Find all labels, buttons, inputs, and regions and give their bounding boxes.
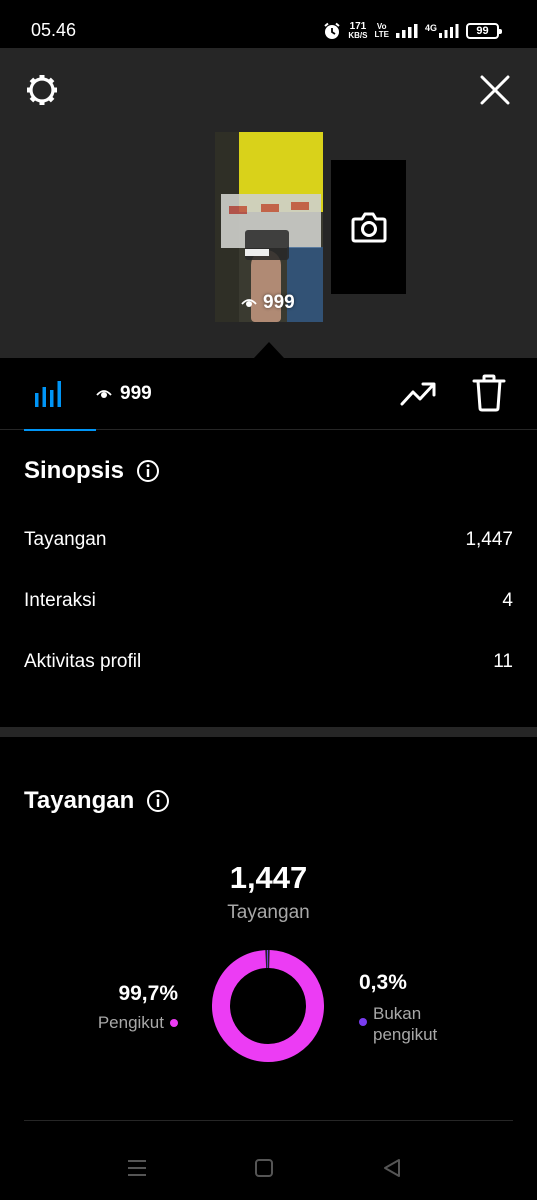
- trending-up-icon[interactable]: [400, 378, 436, 408]
- section-divider: [0, 727, 537, 737]
- overview-row-value: 1,447: [465, 529, 513, 550]
- selected-story-pointer: [254, 342, 284, 358]
- story-thumbnail[interactable]: 999: [215, 132, 323, 322]
- overview-row-value: 4: [502, 590, 513, 611]
- non-followers-legend: Bukan pengikut: [359, 1003, 437, 1045]
- overview-row-value: 11: [493, 651, 513, 672]
- non-followers-dot: [359, 1018, 367, 1026]
- non-followers-percentage: 0,3%: [359, 971, 407, 994]
- battery-indicator: 99: [466, 23, 502, 39]
- tab-insights[interactable]: [12, 358, 96, 431]
- gear-icon[interactable]: [24, 72, 60, 108]
- followers-legend: Pengikut: [98, 1012, 178, 1033]
- eye-icon: [241, 299, 257, 307]
- home-icon[interactable]: [250, 1154, 278, 1182]
- donut-followers-segment: [212, 950, 324, 1062]
- bottom-separator: [24, 1120, 513, 1121]
- back-icon[interactable]: [378, 1154, 406, 1182]
- active-tab-indicator: [24, 429, 96, 431]
- network-speed-unit: KB/S: [348, 31, 368, 40]
- views-section-title: Tayangan: [24, 787, 170, 815]
- volte-indicator: Vo LTE: [374, 23, 389, 39]
- battery-level: 99: [476, 25, 489, 37]
- overview-row-profile-activity[interactable]: Aktivitas profil 11: [24, 651, 513, 673]
- views-title-text: Tayangan: [24, 787, 135, 814]
- thumbnail-view-count: 999: [241, 292, 295, 314]
- alarm-icon: [324, 22, 340, 39]
- eye-icon: [96, 390, 112, 398]
- add-story-tile[interactable]: [331, 160, 406, 294]
- non-followers-label-line1: Bukan: [373, 1004, 422, 1023]
- insights-tab-bar: 999: [0, 358, 537, 431]
- views-total-label: Tayangan: [227, 902, 310, 923]
- signal-4g: 4G: [425, 24, 459, 38]
- followers-percentage: 99,7%: [118, 982, 178, 1005]
- thumbnail-view-count-text: 999: [263, 292, 295, 313]
- trash-icon[interactable]: [472, 374, 506, 412]
- status-bar: 05.46 171 KB/S Vo LTE 4G 99: [0, 0, 537, 48]
- story-preview-area: 999: [0, 48, 537, 358]
- info-icon[interactable]: [146, 789, 170, 813]
- info-icon[interactable]: [136, 459, 160, 483]
- followers-label: Pengikut: [97, 1013, 164, 1032]
- network-type: 4G: [424, 23, 437, 33]
- views-donut-chart: [212, 950, 324, 1062]
- status-icons: 171 KB/S Vo LTE 4G 99: [323, 19, 502, 43]
- overview-row-label: Aktivitas profil: [24, 651, 142, 672]
- overview-row-label: Tayangan: [24, 529, 107, 550]
- volte-bottom: LTE: [374, 30, 389, 39]
- tab-viewers-count: 999: [120, 383, 152, 404]
- followers-dot: [170, 1018, 178, 1027]
- signal-4g-icon: [439, 24, 459, 38]
- menu-icon[interactable]: [123, 1154, 151, 1182]
- followers-stat: 99,7% Pengikut: [98, 982, 178, 1033]
- overview-section-title: Sinopsis: [24, 457, 160, 485]
- overview-row-interactions[interactable]: Interaksi 4: [24, 590, 513, 612]
- close-icon[interactable]: [479, 74, 511, 106]
- views-total: 1,447: [229, 860, 308, 895]
- network-speed-value: 171: [349, 21, 367, 32]
- non-followers-label: Bukan pengikut: [373, 1003, 437, 1045]
- system-navigation-bar: [0, 1134, 537, 1200]
- overview-title-text: Sinopsis: [24, 457, 125, 484]
- non-followers-stat: 0,3% Bukan pengikut: [359, 971, 437, 1045]
- tab-viewers[interactable]: 999: [96, 382, 152, 406]
- thumbnail-sticker: [245, 230, 289, 260]
- non-followers-label-line2: pengikut: [373, 1025, 438, 1044]
- network-speed: 171 KB/S: [348, 21, 368, 41]
- overview-row-label: Interaksi: [24, 590, 96, 611]
- camera-icon: [351, 212, 386, 243]
- overview-row-views[interactable]: Tayangan 1,447: [24, 529, 513, 551]
- bar-chart-icon: [35, 381, 61, 407]
- status-time: 05.46: [31, 20, 77, 40]
- signal-icon: [395, 24, 418, 38]
